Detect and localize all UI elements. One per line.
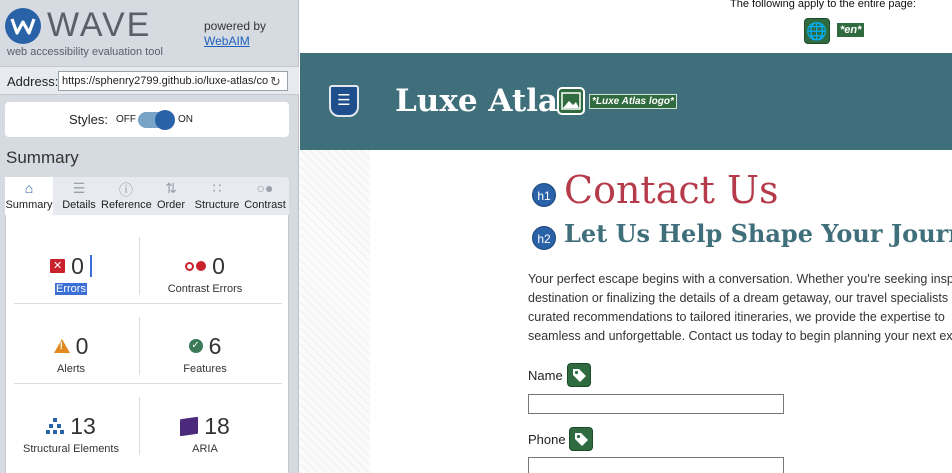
h1-badge-icon[interactable]: h1 (532, 183, 556, 207)
aria-count: 18 (204, 412, 230, 439)
language-tag: *en* (837, 23, 865, 37)
label-tag-icon[interactable] (569, 427, 593, 451)
logo-alt-tag: *Luxe Atlas logo* (589, 94, 677, 109)
intro-line: destination or finalizing the details of… (528, 291, 949, 305)
powered-by: powered by WebAIM (204, 19, 266, 49)
name-label: Name (528, 368, 563, 383)
aria-stat[interactable]: 18 ARIA (140, 411, 270, 455)
alert-icon: ! (53, 339, 70, 353)
tab-reference-label: Reference (101, 199, 152, 211)
summary-panel: ✕ 0 Errors 0 Contrast Errors ! 0 Alerts … (5, 215, 289, 473)
contrast-error-icon (185, 261, 207, 271)
structure-icon (46, 418, 65, 434)
site-title[interactable]: Luxe Atlas (395, 83, 575, 119)
contrast-errors-stat[interactable]: 0 Contrast Errors (140, 251, 270, 296)
intro-line: curated recommendations to tailored itin… (528, 310, 945, 324)
divider (14, 383, 282, 384)
tab-summary-label: Summary (5, 199, 53, 211)
contrast-errors-label: Contrast Errors (167, 283, 243, 295)
name-input[interactable] (528, 394, 784, 414)
styles-on-label: ON (178, 114, 193, 125)
wave-logo-icon (5, 8, 41, 44)
styles-toggle-box: Styles: OFF ON (5, 102, 289, 137)
intro-paragraph: Your perfect escape begins with a conver… (528, 270, 952, 346)
powered-by-text: powered by (204, 19, 267, 33)
language-globe-icon[interactable]: 🌐 (804, 18, 830, 44)
tab-details-label: Details (62, 199, 96, 211)
structural-stat[interactable]: 13 Structural Elements (6, 411, 136, 456)
summary-heading: Summary (6, 148, 79, 167)
css-icon[interactable]: ☰ (329, 85, 359, 117)
contrast-errors-count: 0 (212, 252, 225, 279)
intro-line: seamless and unforgettable. Contact us t… (528, 329, 952, 343)
background-texture (300, 150, 370, 473)
tab-structure-label: Structure (194, 199, 240, 211)
tab-structure[interactable]: ∷ Structure (194, 177, 240, 215)
page-heading-h2: Let Us Help Shape Your Journey (564, 219, 952, 248)
reload-icon[interactable]: ↻ (270, 74, 281, 90)
list-icon: ☰ (72, 180, 86, 196)
divider (14, 303, 282, 304)
errors-stat[interactable]: ✕ 0 Errors (6, 251, 136, 295)
webaim-link[interactable]: WebAIM (204, 34, 250, 48)
errors-label: Errors (55, 283, 87, 295)
phone-input[interactable] (528, 457, 784, 473)
wave-logo-text: WAVE (47, 6, 152, 44)
contrast-icon: ○● (256, 180, 274, 196)
site-header: ☰ Luxe Atlas *Luxe Atlas logo* (300, 53, 952, 150)
structural-label: Structural Elements (23, 443, 119, 455)
h2-badge-icon[interactable]: h2 (532, 226, 556, 250)
address-bar: Address: https://sphenry2799.github.io/l… (0, 66, 299, 95)
wave-logo[interactable]: WAVE web accessibility evaluation tool (5, 6, 185, 62)
alerts-count: 0 (75, 332, 89, 359)
structure-icon: ∷ (212, 180, 222, 196)
order-icon: ⇅ (165, 180, 177, 196)
features-stat[interactable]: ✓ 6 Features (140, 331, 270, 376)
image-icon[interactable] (557, 87, 585, 115)
tab-order[interactable]: ⇅ Order (153, 177, 189, 215)
feature-check-icon: ✓ (188, 339, 203, 353)
address-label: Address: (7, 74, 59, 89)
info-icon: ⓘ (119, 182, 133, 198)
address-input[interactable]: https://sphenry2799.github.io/luxe-atlas… (58, 71, 288, 91)
phone-label: Phone (528, 432, 566, 447)
wave-tagline: web accessibility evaluation tool (7, 46, 163, 58)
features-label: Features (183, 363, 227, 375)
evaluated-page: The following apply to the entire page: … (300, 0, 952, 473)
label-tag-icon[interactable] (567, 363, 591, 387)
tab-reference[interactable]: ⓘ Reference (101, 177, 152, 215)
errors-count: 0 (71, 252, 84, 279)
styles-toggle-knob[interactable] (155, 110, 175, 130)
alerts-stat[interactable]: ! 0 Alerts (6, 331, 136, 375)
features-count: 6 (208, 332, 222, 359)
page-level-note: The following apply to the entire page: (730, 0, 916, 10)
alerts-label: Alerts (56, 363, 86, 375)
structural-count: 13 (70, 412, 96, 439)
error-icon: ✕ (50, 259, 66, 273)
wave-tabs: ⌂ Summary ☰ Details ⓘ Reference ⇅ Order … (5, 177, 289, 215)
styles-toggle[interactable] (138, 110, 175, 130)
home-icon: ⌂ (24, 180, 34, 196)
tab-details[interactable]: ☰ Details (57, 177, 101, 215)
aria-icon (180, 416, 199, 436)
text-cursor (89, 255, 92, 277)
intro-line: Your perfect escape begins with a conver… (528, 272, 952, 286)
tab-contrast-label: Contrast (244, 199, 286, 211)
styles-off-label: OFF (116, 114, 136, 125)
styles-label: Styles: (69, 112, 109, 127)
tab-contrast[interactable]: ○● Contrast (242, 177, 288, 215)
aria-label: ARIA (192, 443, 218, 455)
tab-order-label: Order (156, 199, 186, 211)
tab-summary[interactable]: ⌂ Summary (5, 177, 53, 215)
wave-sidebar: WAVE web accessibility evaluation tool p… (0, 0, 299, 473)
page-heading-h1: Contact Us (564, 168, 779, 212)
